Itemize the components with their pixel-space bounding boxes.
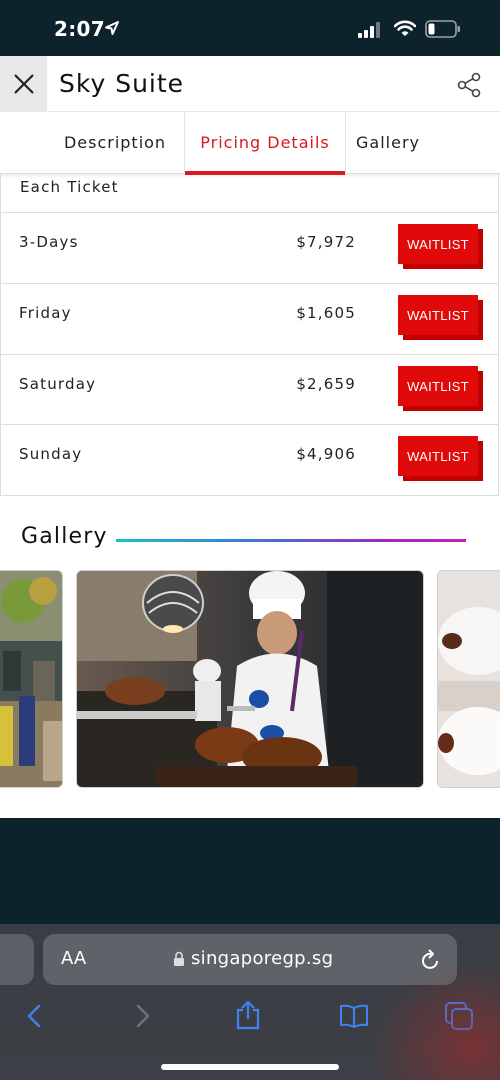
location-arrow-icon (104, 20, 120, 40)
tab-pricing-details[interactable]: Pricing Details (184, 112, 346, 175)
waitlist-button[interactable]: WAITLIST (398, 295, 478, 335)
ticket-name: Friday (19, 304, 72, 322)
browser-toolbar: AA singaporegp.sg (0, 924, 500, 1080)
gallery-heading: Gallery (21, 524, 108, 549)
previous-tab-preview[interactable] (0, 934, 34, 985)
ticket-name: Sunday (19, 445, 83, 463)
back-arrow-icon[interactable] (26, 1004, 42, 1032)
address-bar[interactable]: AA singaporegp.sg (43, 934, 457, 985)
gallery-image-dessert[interactable] (437, 570, 500, 788)
status-time: 2:07 (54, 17, 105, 41)
wifi-icon (393, 20, 417, 41)
cellular-signal-icon (358, 22, 382, 42)
gallery-image-restaurant[interactable] (0, 570, 63, 788)
share-sheet-icon[interactable] (235, 1000, 261, 1034)
ticket-price: $1,605 (296, 304, 356, 322)
tab-gallery[interactable]: Gallery (346, 112, 430, 173)
gallery-image-chef[interactable] (76, 570, 424, 788)
lock-icon (173, 951, 185, 970)
table-row: 3-Days $7,972 WAITLIST (1, 212, 498, 283)
tabs-overview-icon[interactable] (445, 1002, 473, 1034)
waitlist-button[interactable]: WAITLIST (398, 366, 478, 406)
ticket-price: $2,659 (296, 375, 356, 393)
table-row: Sunday $4,906 WAITLIST (1, 424, 498, 495)
page-footer (0, 818, 500, 924)
close-icon (13, 74, 34, 94)
table-row: Saturday $2,659 WAITLIST (1, 354, 498, 425)
tab-bar: Description Pricing Details Gallery (0, 112, 500, 175)
waitlist-button[interactable]: WAITLIST (398, 436, 478, 476)
battery-icon (425, 20, 461, 42)
bookmarks-icon[interactable] (339, 1004, 369, 1032)
text-size-button[interactable]: AA (61, 948, 86, 969)
ticket-price: $7,972 (296, 233, 356, 251)
tab-description[interactable]: Description (46, 112, 184, 173)
ticket-name: 3-Days (19, 233, 79, 251)
url-text: singaporegp.sg (191, 948, 334, 969)
home-indicator (161, 1064, 339, 1070)
page-title: Sky Suite (59, 69, 185, 98)
gallery-divider (116, 539, 466, 542)
ticket-price: $4,906 (296, 445, 356, 463)
modal-header: Sky Suite (0, 56, 500, 112)
waitlist-button[interactable]: WAITLIST (398, 224, 478, 264)
table-row: Friday $1,605 WAITLIST (1, 283, 498, 354)
ticket-name: Saturday (19, 375, 97, 393)
share-icon (457, 72, 481, 98)
pricing-header: Each Ticket (20, 178, 119, 196)
forward-arrow-icon[interactable] (135, 1004, 151, 1032)
share-button[interactable] (456, 72, 482, 102)
pricing-table: Each Ticket 3-Days $7,972 WAITLIST Frida… (0, 174, 499, 496)
reload-icon[interactable] (421, 949, 441, 975)
close-button[interactable] (0, 56, 47, 112)
status-bar: 2:07 (0, 0, 500, 56)
